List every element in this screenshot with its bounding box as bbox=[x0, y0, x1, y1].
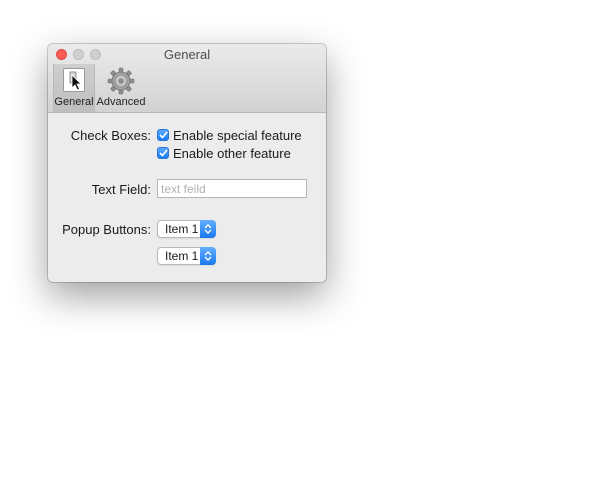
gear-icon bbox=[107, 67, 135, 98]
window-title: General bbox=[163, 47, 211, 62]
popup-button-1[interactable]: Item 1 bbox=[157, 220, 216, 238]
titlebar: General General Advanced bbox=[48, 44, 326, 113]
checkmark-icon bbox=[157, 129, 169, 141]
general-prefs-icon bbox=[62, 67, 86, 96]
checkmark-icon bbox=[157, 147, 169, 159]
checkbox-label: Enable other feature bbox=[173, 145, 291, 161]
chevron-up-down-icon bbox=[200, 220, 216, 238]
popup-selected-value: Item 1 bbox=[165, 249, 199, 263]
popup-button-2[interactable]: Item 1 bbox=[157, 247, 216, 265]
toolbar-item-label: General bbox=[54, 96, 94, 108]
popup-buttons-label: Popup Buttons: bbox=[62, 222, 151, 237]
checkboxes-label: Check Boxes: bbox=[70, 128, 151, 143]
special-feature-checkbox[interactable]: Enable special feature bbox=[157, 127, 302, 143]
popup-selected-value: Item 1 bbox=[165, 222, 199, 236]
other-feature-checkbox[interactable]: Enable other feature bbox=[157, 145, 291, 161]
chevron-up-down-icon bbox=[200, 247, 216, 265]
toolbar-item-label: Advanced bbox=[96, 96, 146, 108]
toolbar-item-general[interactable]: General bbox=[53, 64, 95, 112]
toolbar-item-advanced[interactable]: Advanced bbox=[96, 64, 146, 112]
text-field-label: Text Field: bbox=[91, 182, 151, 197]
checkbox-label: Enable special feature bbox=[173, 127, 302, 143]
preferences-window: General General Advanced Check Boxes: En… bbox=[48, 44, 326, 282]
text-field-input[interactable] bbox=[157, 179, 307, 198]
